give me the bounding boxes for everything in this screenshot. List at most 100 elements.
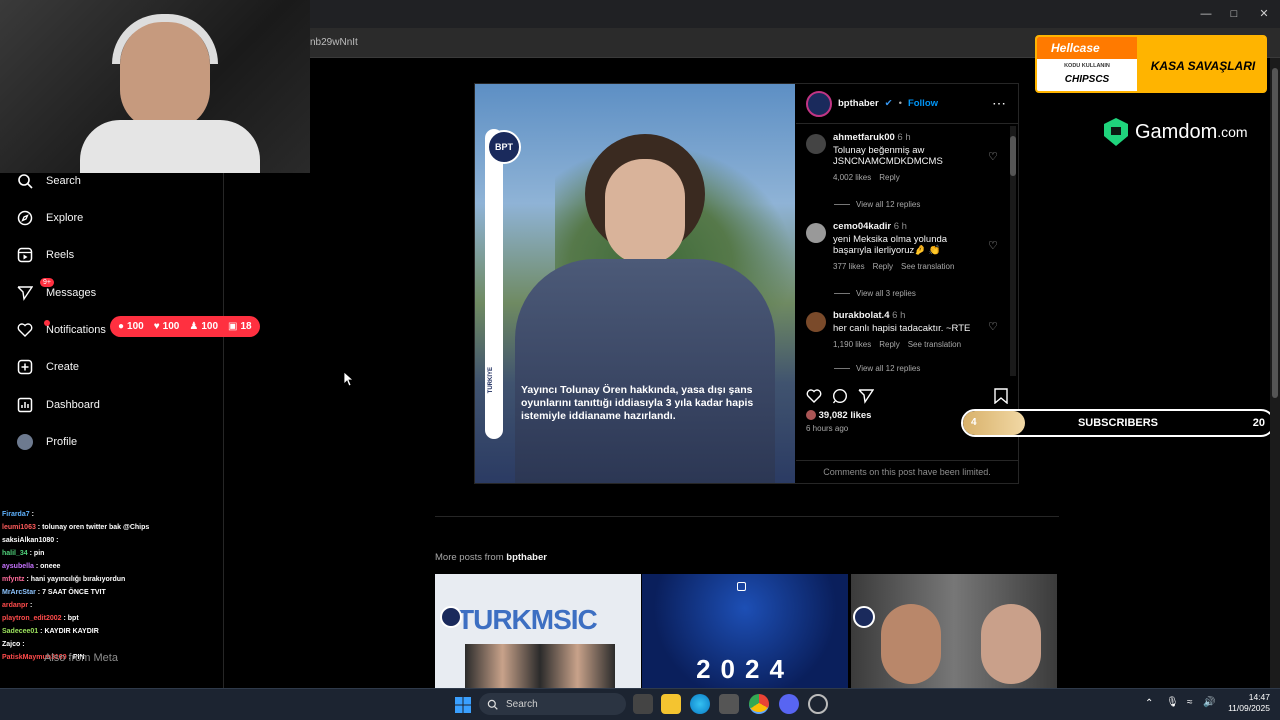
comment-user[interactable]: ahmetfaruk00 (833, 132, 895, 143)
commenter-avatar[interactable] (806, 134, 826, 154)
windows-start-icon[interactable] (453, 695, 473, 715)
more-post-thumbnail[interactable]: 2024 (642, 574, 848, 688)
view-replies-button[interactable]: View all 12 replies (834, 200, 920, 209)
post-image[interactable]: TÜRKİYE BPT Yayıncı Tolunay Ören hakkınd… (475, 84, 795, 483)
comments-limited-notice: Comments on this post have been limited. (796, 460, 1018, 477)
post-username[interactable]: bpthaber (838, 98, 879, 109)
chat-username[interactable]: Sadecee01 (2, 628, 38, 635)
verified-badge-icon: ✔ (884, 98, 893, 109)
minimize-button[interactable]: — (1196, 6, 1216, 22)
sidebar-item-reels[interactable]: Reels (16, 243, 74, 267)
store-icon[interactable] (719, 694, 739, 714)
profile-avatar[interactable] (806, 90, 832, 117)
sidebar-item-label: Dashboard (46, 399, 100, 411)
sidebar-item-profile[interactable]: Profile (16, 430, 77, 454)
more-post-thumbnail[interactable] (851, 574, 1057, 688)
comment-likes[interactable]: 377 likes (833, 262, 865, 271)
taskbar-search[interactable]: Search (479, 693, 626, 715)
more-posts-user[interactable]: bpthaber (506, 552, 547, 563)
wifi-icon[interactable]: ≈ (1187, 697, 1193, 708)
edge-icon[interactable] (690, 694, 710, 714)
see-translation-button[interactable]: See translation (901, 262, 954, 271)
chat-username[interactable]: ardanpr (2, 602, 28, 609)
chat-username[interactable]: halil_34 (2, 550, 28, 557)
comment-time: 6 h (893, 221, 907, 232)
chat-text: 7 SAAT ÖNCE TVIT (42, 589, 106, 596)
page-scroll-thumb[interactable] (1272, 68, 1278, 398)
chat-text: KAYDIR KAYDIR (44, 628, 99, 635)
more-options-icon[interactable]: ⋯ (992, 95, 1006, 112)
tag-icon: ▣ (228, 321, 238, 332)
sidebar-item-label: Create (46, 361, 80, 373)
chat-username[interactable]: Firarda7 (2, 511, 30, 518)
maximize-button[interactable]: □ (1224, 6, 1244, 22)
view-replies-button[interactable]: View all 12 replies (834, 364, 920, 373)
share-icon[interactable] (858, 388, 874, 404)
comments-scroll-thumb[interactable] (1010, 136, 1016, 176)
post-header: bpthaber ✔ • Follow ⋯ (796, 84, 1018, 124)
chat-message: playtron_edit2002 : bpt (2, 615, 79, 622)
commenter-avatar[interactable] (806, 312, 826, 332)
chat-username[interactable]: aysubella (2, 563, 34, 570)
reply-button[interactable]: Reply (873, 262, 893, 271)
microphone-icon[interactable]: 🎙 (1166, 697, 1179, 708)
promo-code: CHIPSCS (1064, 74, 1110, 85)
chat-username[interactable]: leumi1063 (2, 524, 36, 531)
see-translation-button[interactable]: See translation (908, 340, 961, 349)
sidebar-item-label: Messages (46, 287, 97, 299)
chat-username[interactable]: mfyntz (2, 576, 25, 583)
bookmark-icon[interactable] (994, 388, 1008, 404)
hellcase-slogan: KASA SAVAŞLARI (1137, 37, 1265, 91)
reply-button[interactable]: Reply (879, 340, 899, 349)
more-posts-heading: More posts from bpthaber (435, 552, 547, 563)
comment-likes[interactable]: 1,190 likes (833, 340, 871, 349)
close-button[interactable]: ✕ (1254, 6, 1274, 22)
comment-time: 6 h (897, 132, 911, 143)
hellcase-ad-banner: Hellcase KODU KULLANIN CHIPSCS KASA SAVA… (1035, 35, 1267, 93)
notification-summary-pill[interactable]: ● 100 ♥ 100 ♟ 100 ▣ 18 (110, 316, 260, 337)
reply-button[interactable]: Reply (879, 173, 899, 182)
like-heart-icon[interactable] (806, 388, 822, 404)
show-hidden-icons-chevron-icon[interactable]: ⌃ (1145, 698, 1153, 709)
comment-like-heart-icon[interactable]: ♡ (988, 150, 998, 163)
chat-message: mfyntz : hani yayıncılığı bırakıyordun (2, 576, 126, 583)
commenter-avatar[interactable] (806, 223, 826, 243)
file-explorer-icon[interactable] (661, 694, 681, 714)
task-view-icon[interactable] (633, 694, 653, 714)
post-time: 6 hours ago (806, 424, 849, 433)
sidebar-item-label: Notifications (46, 324, 106, 336)
instagram-post: TÜRKİYE BPT Yayıncı Tolunay Ören hakkınd… (474, 83, 1019, 484)
comment-icon[interactable] (832, 388, 848, 404)
subs-label: SUBSCRIBERS (1077, 417, 1159, 429)
sidebar-item-label: Reels (46, 249, 75, 261)
likes-count[interactable]: 39,082 likes (806, 410, 871, 421)
subs-goal: 20 (1252, 417, 1265, 429)
app-icon[interactable] (808, 694, 828, 714)
chat-username[interactable]: MrArcStar (2, 589, 36, 596)
url-text[interactable]: nb29wNnIt (310, 37, 358, 48)
also-from-meta-link[interactable]: Also from Meta (44, 652, 118, 664)
sidebar-item-dashboard[interactable]: Dashboard (16, 393, 100, 417)
view-replies-button[interactable]: View all 3 replies (834, 289, 916, 298)
comment-likes[interactable]: 4,002 likes (833, 173, 871, 182)
comment-user[interactable]: burakbolat.4 (833, 310, 890, 321)
more-post-thumbnail[interactable]: TURKMSIC (435, 574, 641, 688)
taskbar-clock[interactable]: 14:47 11/09/2025 (1222, 692, 1270, 714)
sidebar-item-explore[interactable]: Explore (16, 206, 83, 230)
chat-username[interactable]: saksiAlkan1080 (2, 537, 54, 544)
comment-like-heart-icon[interactable]: ♡ (988, 320, 998, 333)
comment-like-heart-icon[interactable]: ♡ (988, 239, 998, 252)
sidebar-item-notifications[interactable]: Notifications (16, 318, 106, 342)
page-scrollbar[interactable] (1270, 58, 1280, 688)
chrome-icon[interactable] (749, 694, 769, 714)
chat-username[interactable]: Zajco (2, 641, 20, 648)
volume-icon[interactable]: 🔊 (1203, 697, 1215, 708)
sidebar-item-label: Explore (46, 212, 84, 224)
sidebar-item-create[interactable]: Create (16, 355, 79, 379)
discord-icon[interactable] (779, 694, 799, 714)
comment-item: ahmetfaruk00 6 h Tolunay beğenmiş aw JSN… (806, 132, 1006, 182)
sidebar-item-messages[interactable]: 9+ Messages (16, 278, 97, 305)
chat-username[interactable]: playtron_edit2002 (2, 615, 62, 622)
follow-button[interactable]: Follow (908, 98, 938, 109)
comment-user[interactable]: cemo04kadir (833, 221, 891, 232)
